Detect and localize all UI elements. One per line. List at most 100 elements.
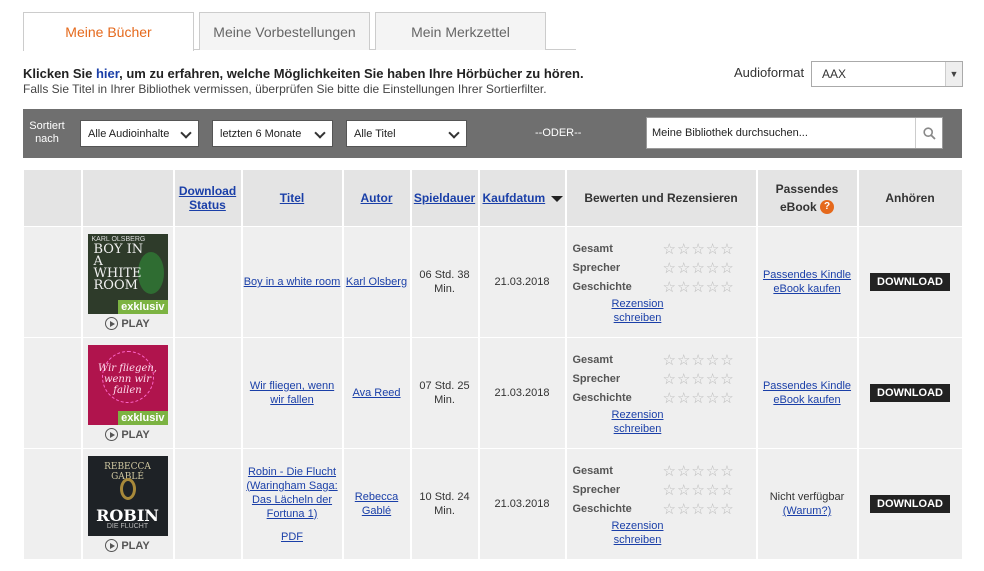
author-cell: Karl Olsberg bbox=[342, 226, 412, 338]
table-row: REBECCA GABLÉ ROBIN DIE FLUCHT PLAY Robi… bbox=[23, 448, 964, 560]
chevron-down-icon bbox=[448, 127, 460, 139]
header-checkbox bbox=[23, 169, 83, 227]
author-cell: Rebecca Gablé bbox=[342, 448, 412, 560]
ebook-cell: Nicht verfügbar (Warum?) bbox=[756, 448, 859, 560]
rating-cell: Gesamt ☆☆☆☆☆ Sprecher ☆☆☆☆☆ Geschichte ☆☆☆☆… bbox=[565, 448, 758, 560]
buy-kindle-link[interactable]: Passendes Kindle eBook kaufen bbox=[763, 380, 851, 406]
title-link[interactable]: Boy in a white room bbox=[244, 276, 341, 288]
header-purchase-date[interactable]: Kaufdatum bbox=[478, 169, 567, 227]
download-button[interactable]: DOWNLOAD bbox=[870, 273, 950, 291]
listen-cell: DOWNLOAD bbox=[857, 448, 964, 560]
filter-info: Falls Sie Titel in Ihrer Bibliothek verm… bbox=[23, 82, 547, 96]
duration-cell: 10 Std. 24 Min. bbox=[410, 448, 480, 560]
filter-bar: Sortiert nach Alle Audioinhalte letzten 6… bbox=[23, 109, 962, 158]
author-cell: Ava Reed bbox=[342, 337, 412, 449]
audioformat-value: AAX bbox=[822, 67, 847, 81]
listen-cell: DOWNLOAD bbox=[857, 226, 964, 338]
download-status-cell bbox=[173, 337, 243, 449]
duration-cell: 06 Std. 38 Min. bbox=[410, 226, 480, 338]
star-rating-narrator[interactable]: ☆☆☆☆☆ bbox=[663, 259, 735, 277]
cover-cell: REBECCA GABLÉ ROBIN DIE FLUCHT PLAY bbox=[81, 448, 175, 560]
sort-label: Sortiert nach bbox=[29, 120, 65, 145]
library-table: Download Status Titel Autor Spieldauer Ka… bbox=[23, 169, 964, 560]
pdf-link[interactable]: PDF bbox=[281, 531, 303, 543]
listen-cell: DOWNLOAD bbox=[857, 337, 964, 449]
chevron-down-icon bbox=[180, 127, 192, 139]
header-listen: Anhören bbox=[857, 169, 964, 227]
period-filter-select[interactable]: letzten 6 Monate bbox=[212, 120, 333, 147]
chevron-down-icon: ▼ bbox=[945, 62, 962, 86]
author-link[interactable]: Karl Olsberg bbox=[346, 276, 407, 288]
star-rating-story[interactable]: ☆☆☆☆☆ bbox=[663, 278, 735, 296]
star-rating-overall[interactable]: ☆☆☆☆☆ bbox=[663, 462, 735, 480]
table-row: Wir fliegen, wenn wir fallen exklusiv PL… bbox=[23, 337, 964, 449]
header-ebook: Passendes eBook ? bbox=[756, 169, 859, 227]
ebook-cell: Passendes Kindle eBook kaufen bbox=[756, 337, 859, 449]
write-review-link[interactable]: Rezension schreiben bbox=[612, 298, 664, 324]
play-icon bbox=[105, 428, 119, 441]
download-status-cell bbox=[173, 448, 243, 560]
row-select bbox=[23, 337, 83, 449]
purchase-date-cell: 21.03.2018 bbox=[478, 226, 567, 338]
title-cell: Robin - Die Flucht (Waringham Saga: Das … bbox=[241, 448, 344, 560]
rating-cell: Gesamt ☆☆☆☆☆ Sprecher ☆☆☆☆☆ Geschichte ☆☆☆☆… bbox=[565, 226, 758, 338]
download-button[interactable]: DOWNLOAD bbox=[870, 384, 950, 402]
search-button[interactable] bbox=[915, 118, 942, 148]
cover-cell: KARL OLSBERG BOY IN A WHITE ROOM exklusi… bbox=[81, 226, 175, 338]
ebook-cell: Passendes Kindle eBook kaufen bbox=[756, 226, 859, 338]
star-rating-narrator[interactable]: ☆☆☆☆☆ bbox=[663, 370, 735, 388]
header-author[interactable]: Autor bbox=[342, 169, 412, 227]
play-button[interactable]: PLAY bbox=[83, 428, 173, 441]
purchase-date-cell: 21.03.2018 bbox=[478, 448, 567, 560]
tab-meine-buecher[interactable]: Meine Bücher bbox=[23, 12, 194, 51]
cover-cell: Wir fliegen, wenn wir fallen exklusiv PL… bbox=[81, 337, 175, 449]
title-cell: Boy in a white room bbox=[241, 226, 344, 338]
title-link[interactable]: Wir fliegen, wenn wir fallen bbox=[250, 380, 334, 406]
tab-meine-vorbestellungen[interactable]: Meine Vorbestellungen bbox=[199, 12, 370, 50]
cover-image[interactable]: REBECCA GABLÉ ROBIN DIE FLUCHT bbox=[87, 456, 168, 536]
row-select bbox=[23, 226, 83, 338]
author-link[interactable]: Ava Reed bbox=[352, 387, 400, 399]
star-rating-story[interactable]: ☆☆☆☆☆ bbox=[663, 389, 735, 407]
download-status-cell bbox=[173, 226, 243, 338]
author-link[interactable]: Rebecca Gablé bbox=[355, 491, 398, 517]
content-filter-select[interactable]: Alle Audioinhalte bbox=[80, 120, 199, 147]
help-icon[interactable]: ? bbox=[820, 200, 835, 215]
write-review-link[interactable]: Rezension schreiben bbox=[612, 409, 664, 435]
cover-art bbox=[119, 478, 136, 500]
cover-image[interactable]: Wir fliegen, wenn wir fallen exklusiv bbox=[87, 345, 168, 425]
play-button[interactable]: PLAY bbox=[83, 317, 173, 330]
buy-kindle-link[interactable]: Passendes Kindle eBook kaufen bbox=[763, 269, 851, 295]
listening-info: Klicken Sie hier, um zu erfahren, welche… bbox=[23, 66, 584, 81]
header-download-status[interactable]: Download Status bbox=[173, 169, 243, 227]
cover-image[interactable]: KARL OLSBERG BOY IN A WHITE ROOM exklusi… bbox=[87, 234, 168, 314]
star-rating-overall[interactable]: ☆☆☆☆☆ bbox=[663, 240, 735, 258]
play-button[interactable]: PLAY bbox=[83, 539, 173, 552]
row-select bbox=[23, 448, 83, 560]
star-rating-story[interactable]: ☆☆☆☆☆ bbox=[663, 500, 735, 518]
write-review-link[interactable]: Rezension schreiben bbox=[612, 520, 664, 546]
chevron-down-icon bbox=[314, 127, 326, 139]
title-link[interactable]: Robin - Die Flucht (Waringham Saga: Das … bbox=[246, 466, 337, 520]
play-icon bbox=[105, 317, 119, 330]
title-cell: Wir fliegen, wenn wir fallen bbox=[241, 337, 344, 449]
search-icon bbox=[922, 126, 936, 140]
audioformat-select[interactable]: AAX ▼ bbox=[811, 61, 963, 87]
or-separator: --ODER-- bbox=[535, 127, 582, 139]
header-duration[interactable]: Spieldauer bbox=[410, 169, 480, 227]
duration-cell: 07 Std. 25 Min. bbox=[410, 337, 480, 449]
title-filter-select[interactable]: Alle Titel bbox=[346, 120, 467, 147]
play-icon bbox=[105, 539, 119, 552]
why-link[interactable]: (Warum?) bbox=[783, 505, 831, 517]
audioformat-label: Audioformat bbox=[734, 65, 805, 80]
library-search-input[interactable]: Meine Bibliothek durchsuchen... bbox=[646, 117, 943, 149]
header-rate: Bewerten und Rezensieren bbox=[565, 169, 758, 227]
star-rating-narrator[interactable]: ☆☆☆☆☆ bbox=[663, 481, 735, 499]
ebook-unavailable: Nicht verfügbar bbox=[769, 491, 845, 503]
tab-mein-merkzettel[interactable]: Mein Merkzettel bbox=[375, 12, 546, 50]
download-button[interactable]: DOWNLOAD bbox=[870, 495, 950, 513]
star-rating-overall[interactable]: ☆☆☆☆☆ bbox=[663, 351, 735, 369]
header-title[interactable]: Titel bbox=[241, 169, 344, 227]
rating-cell: Gesamt ☆☆☆☆☆ Sprecher ☆☆☆☆☆ Geschichte ☆☆☆☆… bbox=[565, 337, 758, 449]
here-link[interactable]: hier bbox=[96, 66, 119, 81]
